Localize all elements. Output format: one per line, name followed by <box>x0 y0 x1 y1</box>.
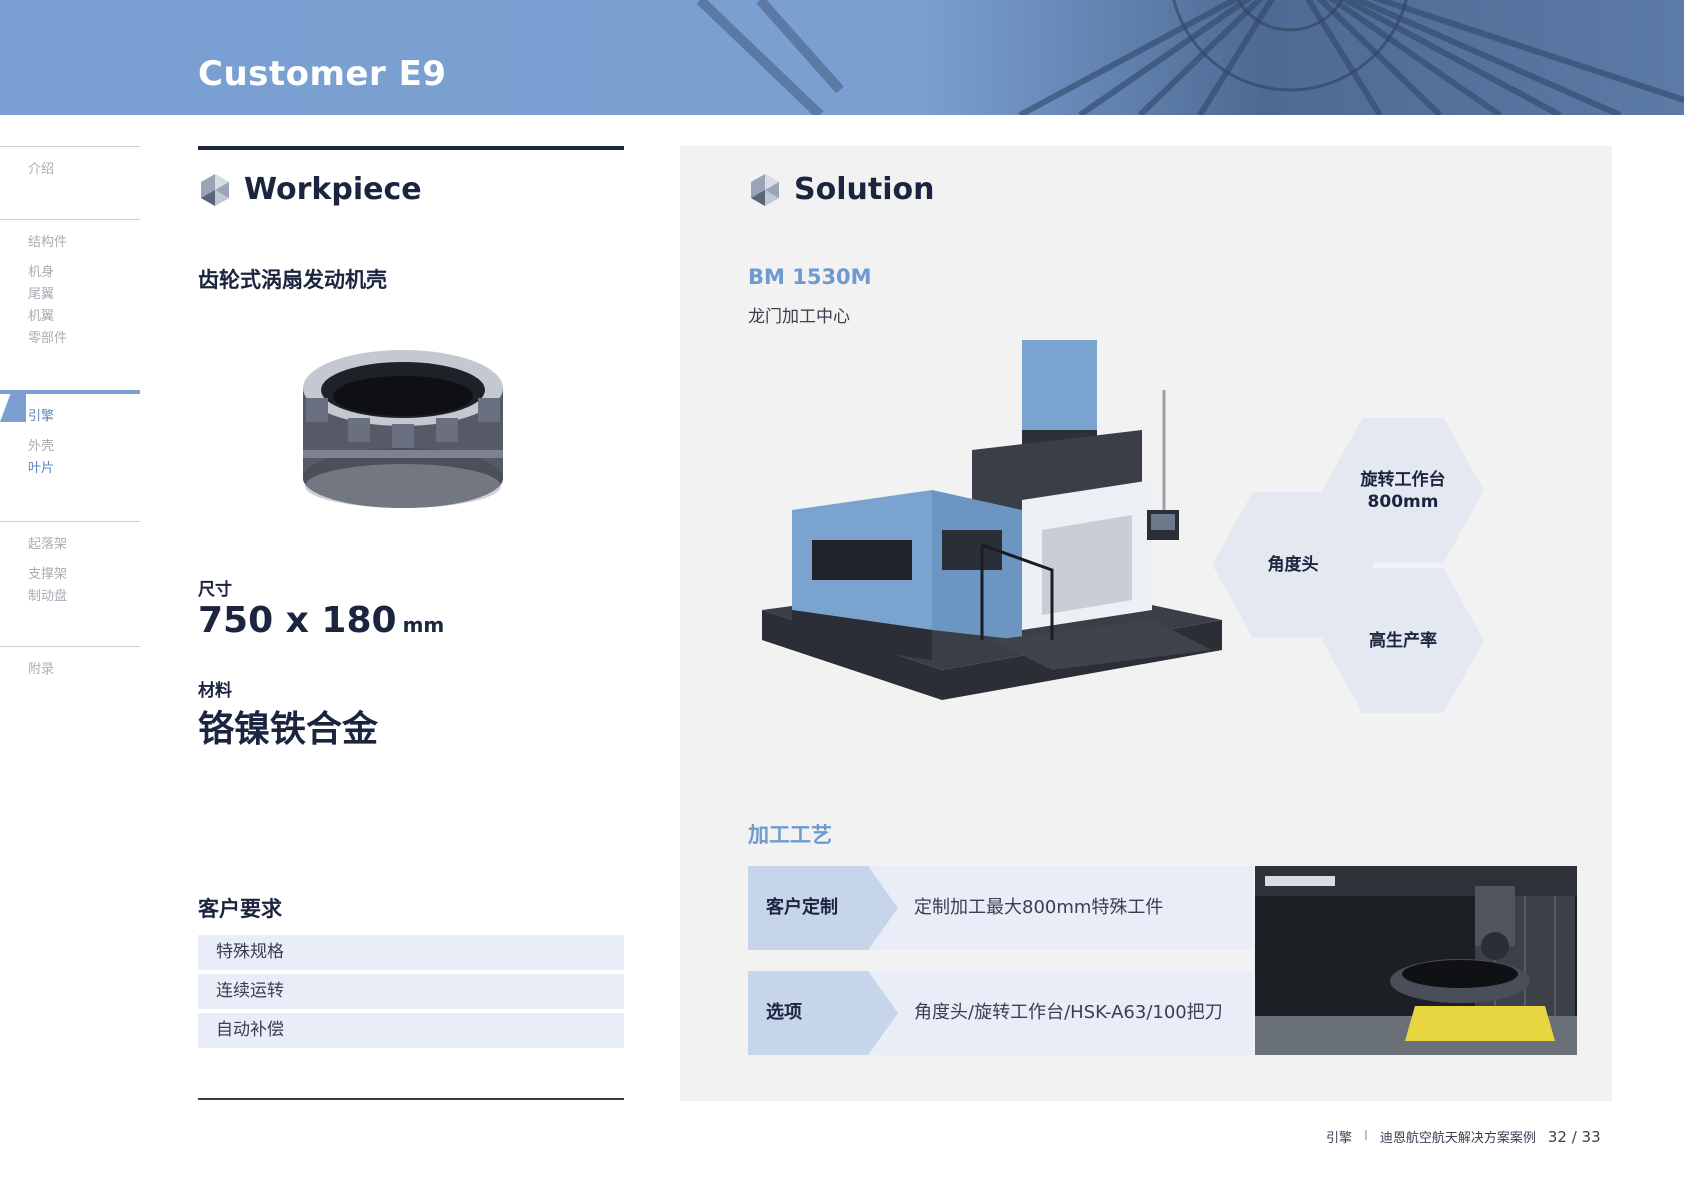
sidebar-item-parts[interactable]: 零部件 <box>28 328 140 350</box>
sidebar-item-engine[interactable]: 引擎 <box>28 406 140 428</box>
sidebar-section-engine: 引擎 外壳 叶片 <box>0 390 140 521</box>
material-value: 铬镍铁合金 <box>198 709 379 750</box>
page-number: 32 / 33 <box>1547 1127 1601 1146</box>
workpiece-heading: Workpiece <box>198 172 422 207</box>
engine-casing-image <box>303 350 503 508</box>
feature-angle-head-label: 角度头 <box>1267 554 1319 575</box>
sidebar-section-appendix: 附录 <box>0 646 140 701</box>
process-key-bg: 客户定制 <box>748 866 898 950</box>
solution-heading: Solution <box>748 172 934 207</box>
list-item: 特殊规格 <box>198 935 624 970</box>
feature-rotary-table-label: 旋转工作台 <box>1360 469 1446 490</box>
sidebar-item-brake-disc[interactable]: 制动盘 <box>28 586 140 608</box>
solution-title: Solution <box>794 172 935 207</box>
sidebar-item-tail[interactable]: 尾翼 <box>28 284 140 306</box>
requirements-list: 特殊规格 连续运转 自动补偿 <box>198 935 624 1052</box>
page-title: Customer E9 <box>198 54 447 94</box>
footer-doc-title: 迪恩航空航天解决方案案例 <box>1379 1131 1536 1146</box>
sidebar-section-structure: 结构件 机身 尾翼 机翼 零部件 <box>0 219 140 390</box>
page-footer: 引擎 I 迪恩航空航天解决方案案例 32 / 33 <box>1326 1127 1601 1147</box>
list-item: 自动补偿 <box>198 1013 624 1048</box>
workpiece-title: Workpiece <box>244 172 422 207</box>
footer-separator: I <box>1364 1129 1368 1144</box>
workpiece-name: 齿轮式涡扇发动机壳 <box>198 268 387 292</box>
workpiece-bottom-rule <box>198 1098 624 1100</box>
workpiece-top-rule <box>198 146 624 150</box>
size-value: 750 x 180 <box>198 600 397 641</box>
process-title: 加工工艺 <box>748 823 832 847</box>
list-item: 连续运转 <box>198 974 624 1009</box>
sidebar-section-landing-gear: 起落架 支撑架 制动盘 <box>0 521 140 646</box>
process-key-bg: 选项 <box>748 971 898 1055</box>
requirements-title: 客户要求 <box>198 897 282 921</box>
sidebar-section-intro[interactable]: 介绍 <box>0 146 140 219</box>
sidebar-item-structure[interactable]: 结构件 <box>28 232 140 254</box>
hexagon-icon <box>751 173 779 206</box>
feature-productivity-label: 高生产率 <box>1369 630 1437 651</box>
sidebar-item-intro[interactable]: 介绍 <box>28 159 140 181</box>
header-banner: Customer E9 <box>0 0 1684 115</box>
feature-rotary-table-size: 800mm <box>1367 491 1439 512</box>
hexagon-icon <box>201 173 229 206</box>
machine-model: BM 1530M <box>748 265 872 289</box>
process-key: 选项 <box>766 1002 802 1023</box>
process-value: 角度头/旋转工作台/HSK-A63/100把刀 <box>914 1002 1223 1023</box>
sidebar-item-fuselage[interactable]: 机身 <box>28 262 140 284</box>
machining-photo <box>1255 866 1577 1055</box>
size-unit: mm <box>402 613 445 637</box>
material-label: 材料 <box>198 681 232 701</box>
footer-section: 引擎 <box>1326 1131 1353 1146</box>
sidebar-item-landing-gear[interactable]: 起落架 <box>28 534 140 556</box>
process-key: 客户定制 <box>766 897 838 918</box>
sidebar-item-wing[interactable]: 机翼 <box>28 306 140 328</box>
active-section-marker <box>0 394 26 422</box>
sidebar-item-blade[interactable]: 叶片 <box>28 458 140 480</box>
sidebar-item-support[interactable]: 支撑架 <box>28 564 140 586</box>
process-row-options: 选项 角度头/旋转工作台/HSK-A63/100把刀 <box>748 971 1253 1055</box>
machine-type: 龙门加工中心 <box>748 307 850 327</box>
sidebar-item-appendix[interactable]: 附录 <box>28 659 140 681</box>
gantry-machine-image <box>762 340 1222 700</box>
size-value-row: 750 x 180 mm <box>198 600 444 641</box>
sidebar-nav: 介绍 结构件 机身 尾翼 机翼 零部件 引擎 外壳 叶片 起落架 支撑架 制动盘… <box>0 146 140 701</box>
process-row-custom: 客户定制 定制加工最大800mm特殊工件 <box>748 866 1253 950</box>
sidebar-item-casing[interactable]: 外壳 <box>28 436 140 458</box>
process-value: 定制加工最大800mm特殊工件 <box>914 897 1164 918</box>
size-label: 尺寸 <box>198 580 232 600</box>
